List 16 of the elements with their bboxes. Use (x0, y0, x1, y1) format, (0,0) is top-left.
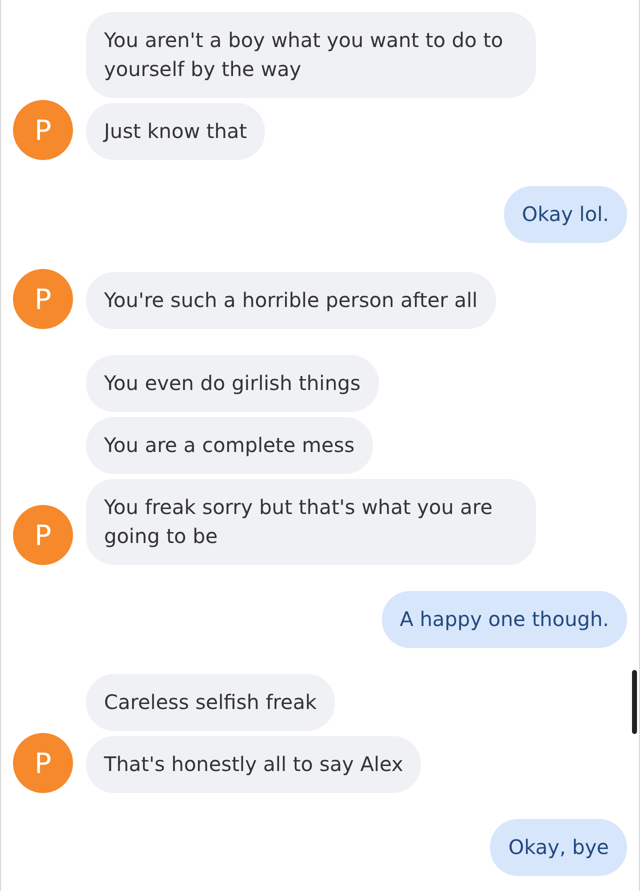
sent-message: A happy one though. (382, 591, 627, 648)
received-message: You aren't a boy what you want to do to yourself by the way (86, 12, 536, 98)
avatar[interactable]: P (13, 269, 73, 329)
received-message: Just know that (86, 103, 266, 160)
avatar[interactable]: P (13, 100, 73, 160)
received-message: You even do girlish things (86, 355, 379, 412)
avatar[interactable]: P (13, 505, 73, 565)
received-message: You are a complete mess (86, 417, 373, 474)
sent-message: Okay, bye (490, 819, 627, 876)
sent-message: Okay lol. (504, 186, 627, 243)
avatar[interactable]: P (13, 733, 73, 793)
scrollbar[interactable] (632, 670, 637, 734)
received-message: That's honestly all to say Alex (86, 736, 422, 793)
received-message: Careless selfish freak (86, 674, 335, 731)
received-message: You freak sorry but that's what you are going to be (86, 479, 536, 565)
received-message: You're such a horrible person after all (86, 272, 496, 329)
